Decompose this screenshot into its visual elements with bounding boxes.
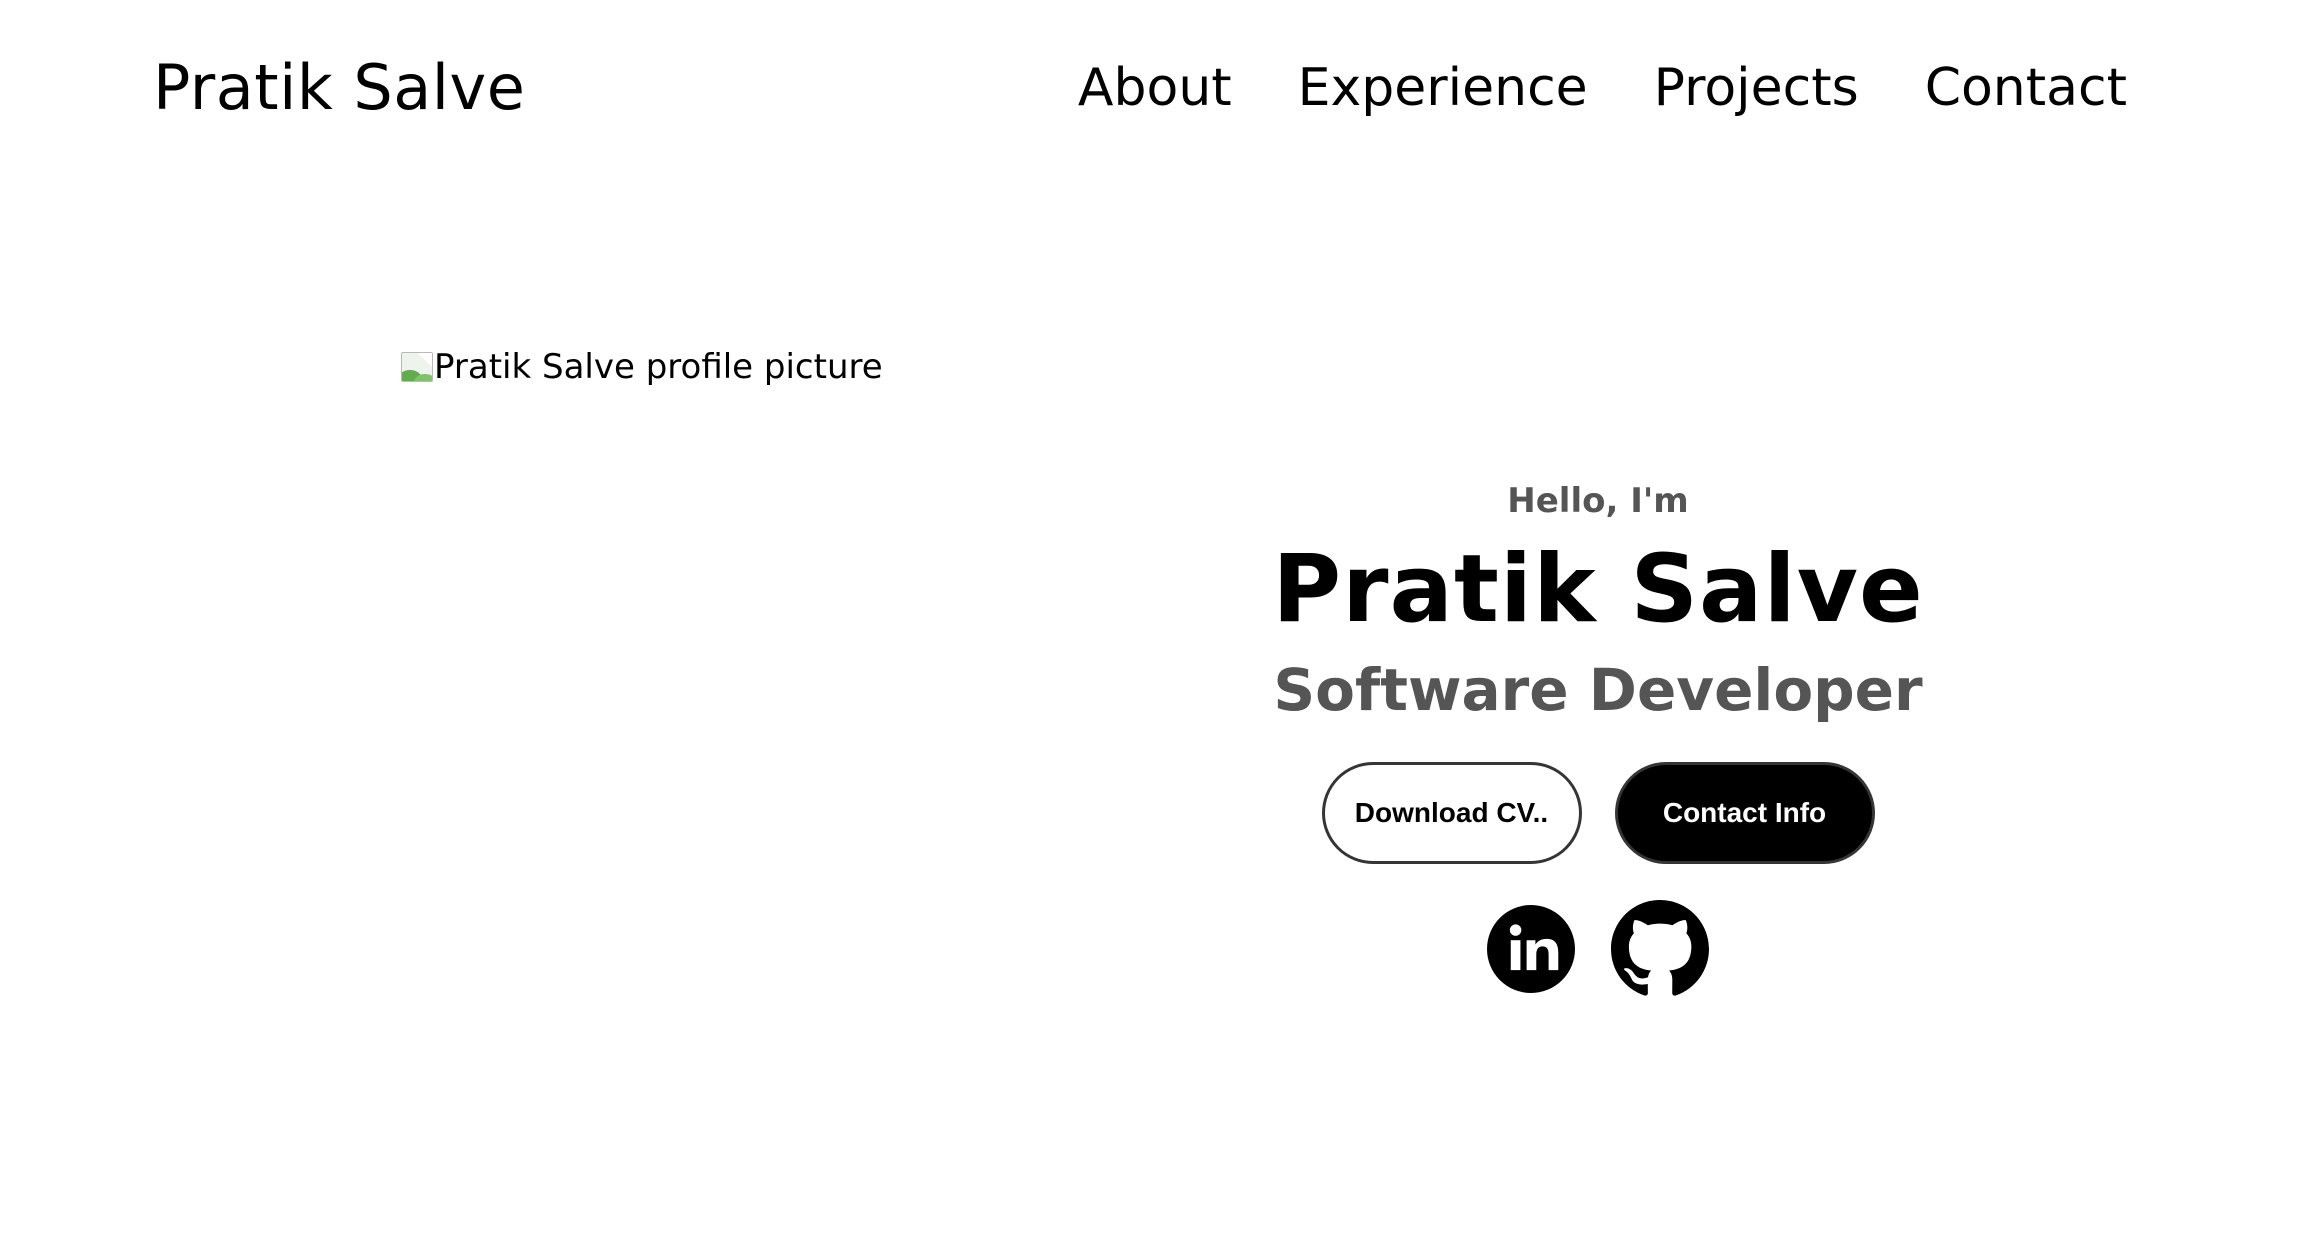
nav-contact-link[interactable]: Contact [1925, 44, 2127, 132]
hero-name: Pratik Salve [1272, 535, 1924, 644]
profile-picture: Pratik Salve profile picture [401, 347, 883, 387]
nav-experience-link[interactable]: Experience [1298, 44, 1588, 132]
contact-info-button[interactable]: Contact Info [1614, 762, 1875, 864]
broken-image-icon [401, 352, 433, 382]
social-links [1487, 900, 1709, 1002]
site-logo[interactable]: Pratik Salve [153, 44, 525, 132]
profile-picture-alt-text: Pratik Salve profile picture [434, 347, 883, 387]
hero-buttons: Download CV.. Contact Info [1321, 762, 1875, 864]
main-nav: About Experience Projects Contact [1078, 44, 2127, 132]
download-cv-button[interactable]: Download CV.. [1321, 762, 1582, 864]
greeting-text: Hello, I'm [1507, 481, 1689, 521]
role-title: Software Developer [1273, 656, 1923, 724]
linkedin-icon[interactable] [1487, 905, 1575, 997]
nav-about-link[interactable]: About [1078, 44, 1232, 132]
hero-text-block: Hello, I'm Pratik Salve Software Develop… [1198, 480, 1998, 1002]
github-icon[interactable] [1611, 900, 1709, 1002]
nav-projects-link[interactable]: Projects [1654, 44, 1859, 132]
